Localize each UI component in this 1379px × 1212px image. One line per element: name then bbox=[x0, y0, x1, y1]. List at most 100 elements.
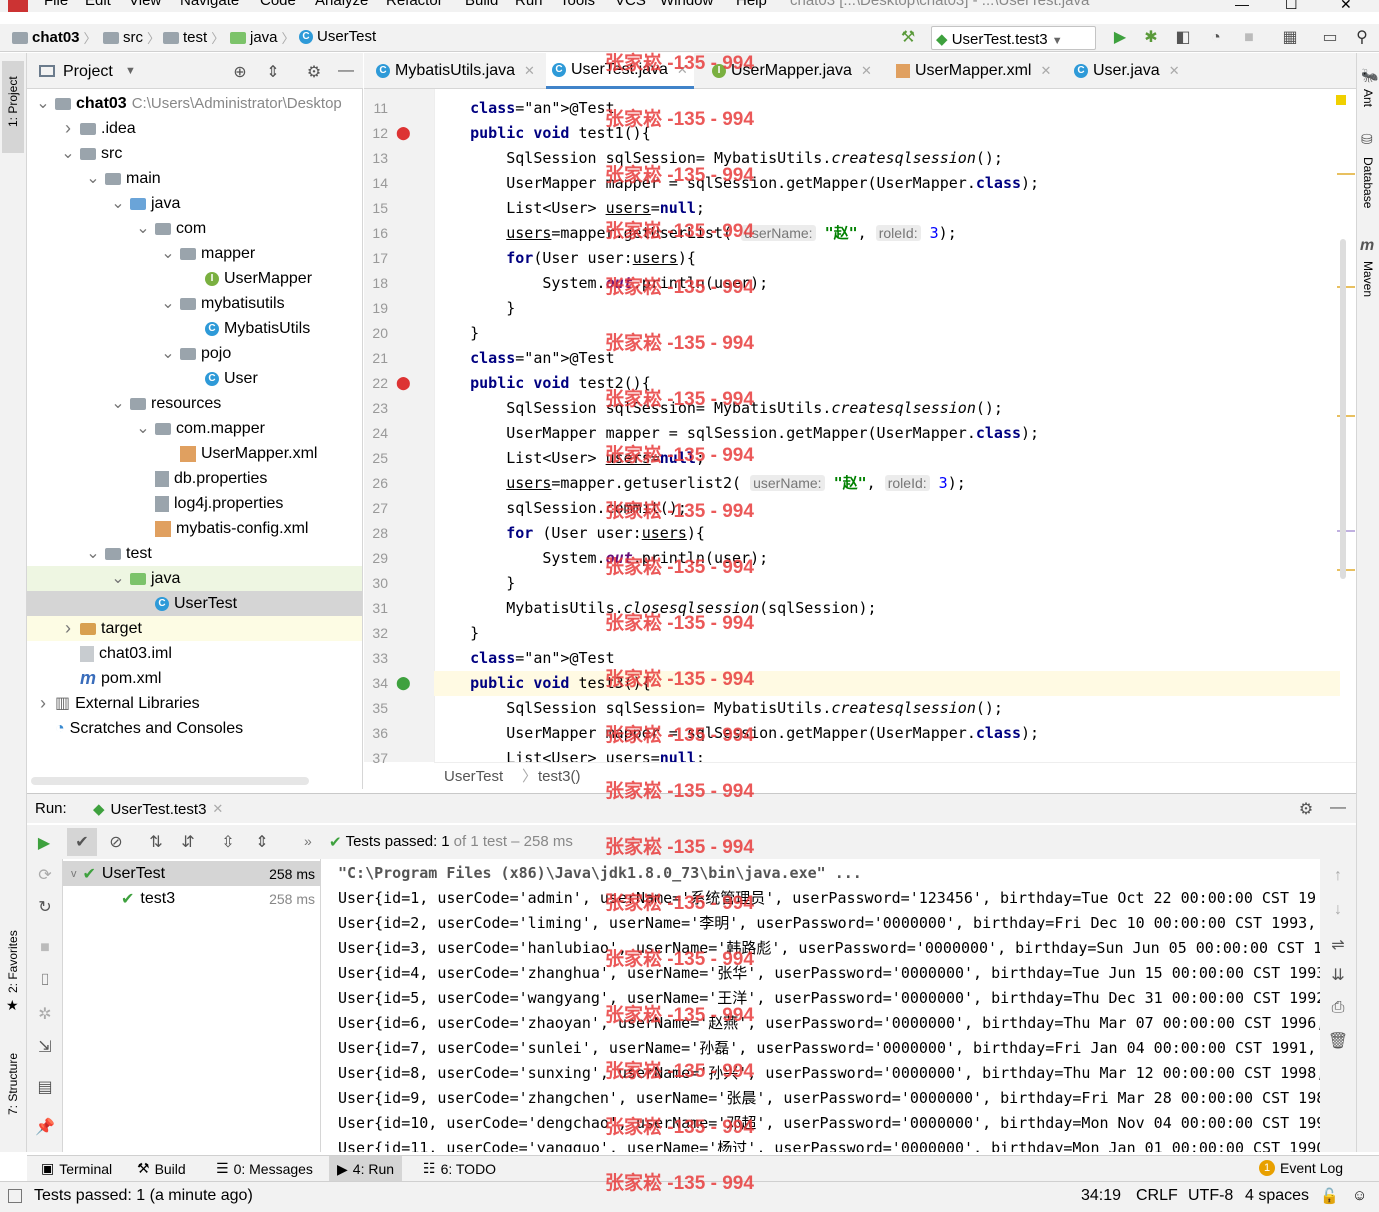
favorites-tool-label[interactable]: 2: Favorites bbox=[6, 930, 20, 993]
gear-icon[interactable]: ⚙ bbox=[1295, 799, 1317, 819]
line-separator[interactable]: CRLF bbox=[1136, 1187, 1178, 1205]
tree-node-target[interactable]: › target bbox=[27, 616, 362, 641]
menu-run[interactable]: Run bbox=[515, 0, 543, 9]
tree-node-mybatisutils[interactable]: C MybatisUtils bbox=[27, 316, 362, 341]
menu-analyze[interactable]: Analyze bbox=[315, 0, 368, 9]
messages-tool-button[interactable]: ☰ 0: Messages bbox=[216, 1160, 313, 1177]
import-tests-icon[interactable]: ⇲ bbox=[34, 1037, 56, 1057]
horizontal-scrollbar[interactable] bbox=[31, 777, 309, 785]
code-line[interactable]: List<User> users=null; bbox=[434, 446, 1340, 471]
test-suite-row[interactable]: v ✔ UserTest 258 ms bbox=[63, 861, 321, 886]
tree-node-test[interactable]: ⌄ test bbox=[27, 541, 362, 566]
chevron-down-icon[interactable]: ⌄ bbox=[161, 291, 175, 316]
menu-file[interactable]: File bbox=[44, 0, 68, 9]
hide-minus-icon[interactable]: — bbox=[335, 62, 357, 80]
run-test-failed-icon[interactable]: ⬤ bbox=[396, 125, 411, 141]
breadcrumb-test[interactable]: test 〉 bbox=[163, 28, 224, 47]
lock-icon[interactable]: 🔓 bbox=[1320, 1187, 1339, 1205]
scroll-thumb[interactable] bbox=[1340, 239, 1346, 579]
close-icon[interactable]: ✕ bbox=[1169, 53, 1180, 89]
chevron-right-icon[interactable]: › bbox=[61, 616, 75, 641]
caret-position[interactable]: 34:19 bbox=[1081, 1187, 1121, 1205]
tree-node-usermapper[interactable]: I UserMapper bbox=[27, 266, 362, 291]
debug-bug-icon[interactable]: ✱ bbox=[1141, 28, 1161, 48]
project-structure-icon[interactable]: ▦ bbox=[1280, 28, 1300, 48]
tab-mybatisutils[interactable]: C MybatisUtils.java ✕ bbox=[370, 53, 541, 89]
chevron-right-icon[interactable]: › bbox=[61, 116, 75, 141]
tree-node-log4j-properties[interactable]: log4j.properties bbox=[27, 491, 362, 516]
chevron-right-icon[interactable]: › bbox=[36, 691, 50, 716]
run-test-failed-icon[interactable]: ⬤ bbox=[396, 375, 411, 391]
camera-icon[interactable]: ⌷ bbox=[34, 972, 56, 990]
maximize-icon[interactable]: ☐ bbox=[1285, 0, 1298, 12]
chevron-down-icon[interactable]: ⌄ bbox=[136, 416, 150, 441]
indent-setting[interactable]: 4 spaces bbox=[1245, 1187, 1309, 1205]
run-tool-button[interactable]: ▶ 4: Run bbox=[329, 1156, 403, 1182]
code-line[interactable]: users=mapper.getUserList( userName: "赵",… bbox=[434, 221, 1340, 246]
rerun-icon[interactable]: ▶ bbox=[33, 833, 55, 853]
structure-tool-label[interactable]: 7: Structure bbox=[6, 1053, 20, 1115]
tree-node-java[interactable]: ⌄ java bbox=[27, 191, 362, 216]
project-tool-label[interactable]: 1: Project bbox=[6, 76, 20, 127]
chevron-down-icon[interactable]: ⌄ bbox=[111, 391, 125, 416]
menu-view[interactable]: View bbox=[129, 0, 161, 9]
stop-icon[interactable]: ■ bbox=[1239, 28, 1259, 48]
code-line[interactable]: MybatisUtils.closesqlsession(sqlSession)… bbox=[434, 596, 1340, 621]
run-icon[interactable]: ▶ bbox=[1110, 28, 1130, 48]
code-line[interactable]: UserMapper mapper = sqlSession.getMapper… bbox=[434, 721, 1340, 746]
tree-node-usertest[interactable]: C UserTest bbox=[27, 591, 362, 616]
code-line[interactable]: UserMapper mapper = sqlSession.getMapper… bbox=[434, 171, 1340, 196]
chevron-down-icon[interactable]: ⌄ bbox=[86, 166, 100, 191]
tree-node-usermapper-xml[interactable]: UserMapper.xml bbox=[27, 441, 362, 466]
tree-node-resources[interactable]: ⌄ resources bbox=[27, 391, 362, 416]
menu-help[interactable]: Help bbox=[736, 0, 767, 9]
breadcrumb-src[interactable]: src 〉 bbox=[103, 28, 160, 47]
presentation-icon[interactable]: ▭ bbox=[1320, 28, 1340, 48]
chevron-down-icon[interactable]: ▼ bbox=[125, 65, 136, 77]
expand-all-icon[interactable]: ⇳ bbox=[217, 832, 239, 852]
pin-icon[interactable]: 📌 bbox=[34, 1117, 56, 1137]
tab-user-java[interactable]: C User.java ✕ bbox=[1068, 53, 1186, 89]
todo-tool-button[interactable]: ☷ 6: TODO bbox=[423, 1160, 496, 1177]
tree-node-mybatis-config-xml[interactable]: mybatis-config.xml bbox=[27, 516, 362, 541]
trash-icon[interactable]: 🗑 bbox=[1327, 1031, 1349, 1051]
inspector-face-icon[interactable]: ☺ bbox=[1352, 1187, 1367, 1204]
chevron-down-icon[interactable]: ⌄ bbox=[61, 141, 75, 166]
code-line[interactable]: System.out.println(user); bbox=[434, 271, 1340, 296]
menu-window[interactable]: Window bbox=[660, 0, 713, 9]
coverage-icon[interactable]: ◧ bbox=[1173, 28, 1193, 48]
sort-duration-icon[interactable]: ⇵ bbox=[177, 832, 199, 852]
tree-node-user[interactable]: C User bbox=[27, 366, 362, 391]
build-tool-button[interactable]: ⚒ Build bbox=[137, 1160, 186, 1177]
run-test-passed-icon[interactable]: ⬤ bbox=[396, 675, 411, 691]
sort-alpha-icon[interactable]: ⇅ bbox=[145, 832, 167, 852]
tree-node-mapper[interactable]: ⌄ mapper bbox=[27, 241, 362, 266]
chevron-down-icon[interactable]: v bbox=[71, 868, 77, 880]
layout-icon[interactable]: ▤ bbox=[34, 1077, 56, 1097]
close-icon[interactable]: ✕ bbox=[861, 53, 872, 89]
collapse-all-icon[interactable]: ⇕ bbox=[262, 62, 284, 82]
show-ignored-icon[interactable]: ⊘ bbox=[105, 832, 127, 852]
more-chevrons-icon[interactable]: » bbox=[304, 833, 312, 849]
chevron-down-icon[interactable]: ⌄ bbox=[86, 541, 100, 566]
rerun-failed-icon[interactable]: ⟳ bbox=[34, 865, 56, 885]
code-line[interactable]: SqlSession sqlSession= MybatisUtils.crea… bbox=[434, 696, 1340, 721]
code-line[interactable]: SqlSession sqlSession= MybatisUtils.crea… bbox=[434, 146, 1340, 171]
code-line[interactable]: public void test2(){ bbox=[434, 371, 1340, 396]
tree-node-scratches-and-consoles[interactable]: ◔ Scratches and Consoles bbox=[27, 716, 362, 741]
breadcrumb-project[interactable]: chat03 〉 bbox=[12, 28, 97, 47]
chevron-down-icon[interactable]: ⌄ bbox=[111, 191, 125, 216]
close-icon[interactable]: ✕ bbox=[212, 801, 223, 817]
code-line[interactable]: users=mapper.getuserlist2( userName: "赵"… bbox=[434, 471, 1340, 496]
test-case-row[interactable]: ✔ test3 258 ms bbox=[63, 886, 321, 911]
tree-node-chat03[interactable]: ⌄ chat03 C:\Users\Administrator\Desktop bbox=[27, 91, 362, 116]
code-line[interactable]: } bbox=[434, 296, 1340, 321]
collapse-all-icon[interactable]: ⇕ bbox=[251, 832, 273, 852]
code-line[interactable]: SqlSession sqlSession= MybatisUtils.crea… bbox=[434, 396, 1340, 421]
arrow-up-icon[interactable]: ↑ bbox=[1327, 867, 1349, 885]
build-hammer-icon[interactable]: ⚒ bbox=[898, 28, 918, 48]
tree-node-src[interactable]: ⌄ src bbox=[27, 141, 362, 166]
chevron-down-icon[interactable]: ⌄ bbox=[136, 216, 150, 241]
stop-icon[interactable]: ■ bbox=[34, 939, 56, 957]
menu-vcs[interactable]: VCS bbox=[615, 0, 646, 9]
